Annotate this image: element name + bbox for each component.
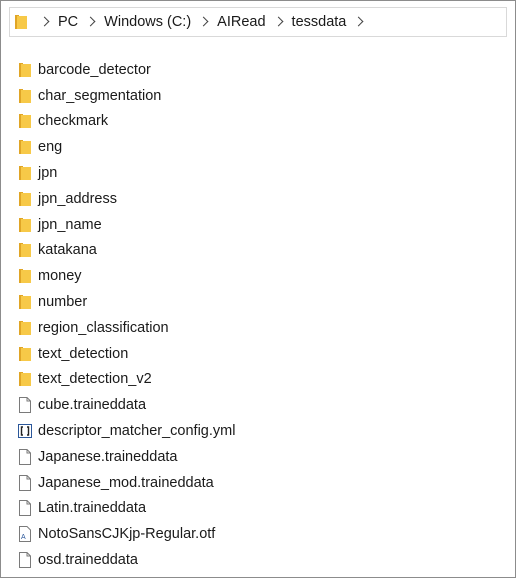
folder-icon [18, 165, 32, 181]
item-name: jpn_name [38, 216, 102, 233]
file-list: barcode_detector char_segmentationcheckma… [1, 57, 515, 573]
folder-icon [18, 294, 32, 310]
folder-icon [18, 139, 32, 155]
folder-icon [18, 242, 32, 258]
folder-row[interactable]: checkmark [1, 109, 515, 135]
file-row[interactable]: Japanese_mod.traineddata [1, 470, 515, 496]
item-name: descriptor_matcher_config.yml [38, 423, 236, 440]
file-row[interactable]: Latin.traineddata [1, 496, 515, 522]
item-name: jpn [38, 165, 58, 182]
folder-row[interactable]: number [1, 289, 515, 315]
folder-icon [18, 320, 32, 336]
chevron-right-icon[interactable] [34, 14, 56, 30]
item-name: barcode_detector [38, 61, 151, 78]
breadcrumb-airead[interactable]: AIRead [215, 14, 267, 30]
chevron-right-icon[interactable] [193, 14, 215, 30]
item-name: text_detection_v2 [38, 371, 152, 388]
item-name: Japanese.traineddata [38, 448, 178, 465]
breadcrumb-drive[interactable]: Windows (C:) [102, 14, 193, 30]
file-icon [18, 500, 32, 517]
folder-icon [18, 268, 32, 284]
file-row[interactable]: cube.traineddata [1, 392, 515, 418]
address-bar[interactable]: PC Windows (C:) AIRead tessdata [9, 7, 507, 37]
file-icon [18, 397, 32, 414]
breadcrumb-pc[interactable]: PC [56, 14, 80, 30]
item-name: checkmark [38, 113, 109, 130]
folder-row[interactable]: region_classification [1, 315, 515, 341]
file-row[interactable]: A NotoSansCJKjp-Regular.otf [1, 521, 515, 547]
item-name: Japanese_mod.traineddata [38, 474, 214, 491]
folder-icon [18, 88, 32, 104]
folder-icon [18, 113, 32, 129]
folder-icon [14, 14, 28, 30]
config-file-icon [18, 423, 32, 439]
item-name: NotoSansCJKjp-Regular.otf [38, 526, 216, 543]
item-name: number [38, 294, 88, 311]
chevron-right-icon[interactable] [348, 14, 370, 30]
folder-row[interactable]: katakana [1, 238, 515, 264]
folder-row[interactable]: barcode_detector [1, 57, 515, 83]
item-name: jpn_address [38, 190, 117, 207]
folder-row[interactable]: money [1, 263, 515, 289]
item-name: Latin.traineddata [38, 500, 147, 517]
item-name: money [38, 268, 82, 285]
folder-icon [18, 62, 32, 78]
file-explorer-window: PC Windows (C:) AIRead tessdata barcode_… [0, 0, 516, 578]
folder-row[interactable]: jpn_name [1, 212, 515, 238]
folder-icon [18, 217, 32, 233]
item-name: cube.traineddata [38, 397, 147, 414]
item-name: char_segmentation [38, 87, 162, 104]
item-name: katakana [38, 242, 97, 259]
file-icon [18, 552, 32, 569]
item-name: region_classification [38, 319, 169, 336]
file-icon [18, 448, 32, 465]
folder-row[interactable]: text_detection_v2 [1, 367, 515, 393]
file-row[interactable]: osd.traineddata [1, 547, 515, 573]
svg-text:A: A [21, 534, 26, 541]
item-name: text_detection [38, 345, 129, 362]
folder-icon [18, 346, 32, 362]
chevron-right-icon[interactable] [80, 14, 102, 30]
folder-icon [18, 371, 32, 387]
folder-row[interactable]: jpn [1, 160, 515, 186]
folder-row[interactable]: char_segmentation [1, 83, 515, 109]
chevron-right-icon[interactable] [268, 14, 290, 30]
folder-row[interactable]: eng [1, 134, 515, 160]
file-row[interactable]: Japanese.traineddata [1, 444, 515, 470]
item-name: eng [38, 139, 63, 156]
folder-row[interactable]: jpn_address [1, 186, 515, 212]
folder-row[interactable]: text_detection [1, 341, 515, 367]
font-file-icon: A [18, 526, 32, 543]
file-row[interactable]: descriptor_matcher_config.yml [1, 418, 515, 444]
item-name: osd.traineddata [38, 552, 138, 569]
folder-icon [18, 191, 32, 207]
file-icon [18, 474, 32, 491]
breadcrumb-tessdata[interactable]: tessdata [290, 14, 349, 30]
